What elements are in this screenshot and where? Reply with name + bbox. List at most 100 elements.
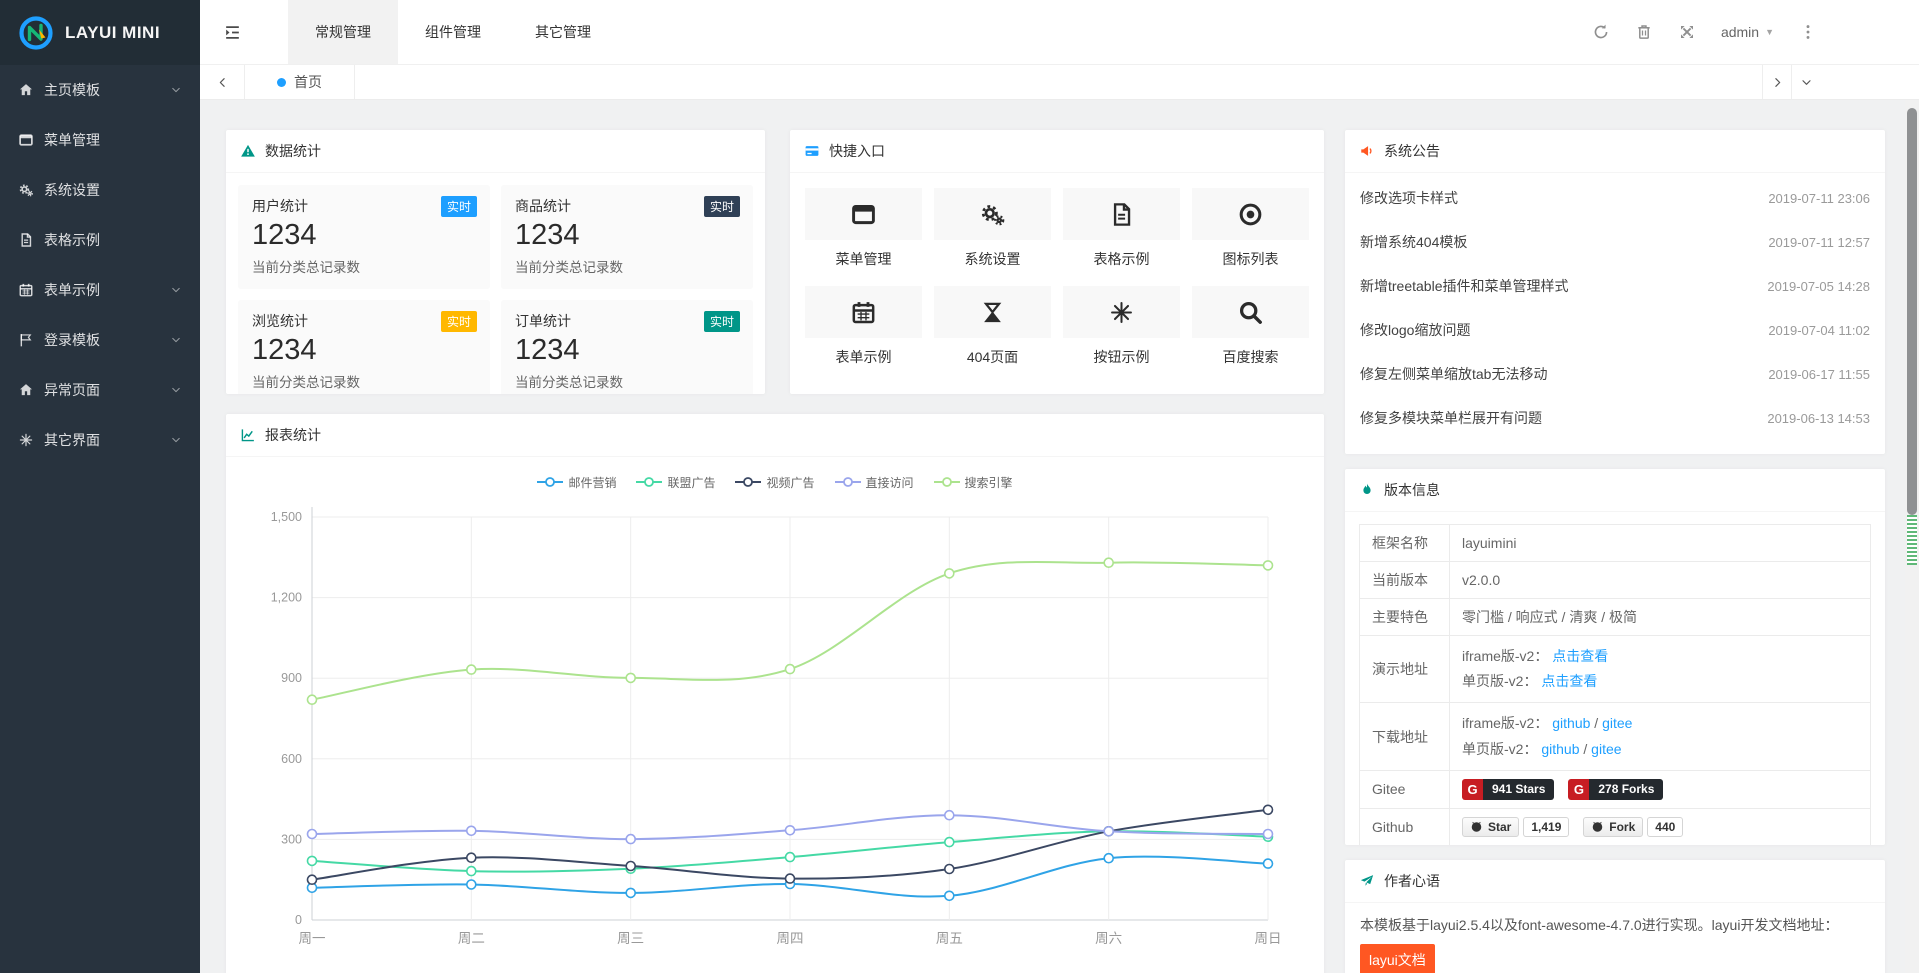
row-label: 当前版本 [1360,562,1450,599]
quick-entry-2[interactable]: 表格示例 [1063,188,1180,269]
svg-text:周四: 周四 [777,931,804,946]
legend-label: 搜索引擎 [965,474,1013,491]
table-row: 主要特色 零门槛 / 响应式 / 清爽 / 极简 [1360,599,1871,636]
announcement-title[interactable]: 修复左侧菜单缩放tab无法移动 [1360,364,1547,384]
svg-text:1,500: 1,500 [271,510,302,524]
tab-home[interactable]: 首页 [245,65,355,99]
user-dropdown[interactable]: admin ▼ [1721,24,1774,40]
quick-entry-1[interactable]: 系统设置 [934,188,1051,269]
quick-entry-5[interactable]: 404页面 [934,286,1051,367]
legend-item-3[interactable]: 直接访问 [835,474,914,491]
svg-text:300: 300 [281,832,302,846]
sidebar-item-1[interactable]: 菜单管理 [0,115,200,165]
table-row: Gitee G941 StarsG278 Forks [1360,770,1871,808]
more-menu-icon[interactable] [1799,23,1817,41]
quick-entry-label: 按钮示例 [1063,347,1180,367]
demo-spa-link[interactable]: 点击查看 [1541,673,1597,689]
download-prefix: 单页版-v2： [1462,741,1537,757]
legend-label: 视频广告 [766,474,814,491]
header-tab-2[interactable]: 其它管理 [508,0,618,64]
quick-entry-6[interactable]: 按钮示例 [1063,286,1180,367]
chevron-down-icon [170,434,182,446]
sidebar-item-2[interactable]: 系统设置 [0,165,200,215]
tab-scroll-left-button[interactable] [200,65,245,99]
sidebar-item-7[interactable]: 其它界面 [0,415,200,465]
sidebar-item-5[interactable]: 登录模板 [0,315,200,365]
report-header: 报表统计 [226,414,1324,457]
username: admin [1721,24,1759,40]
snowflake-icon [1063,286,1180,338]
github-octocat-icon [1470,820,1483,833]
quick-entry-4[interactable]: 表单示例 [805,286,922,367]
demo-iframe-link[interactable]: 点击查看 [1552,648,1608,664]
tab-operations-dropdown[interactable] [1791,65,1820,99]
layuimini-app: LAYUI MINI 主页模板菜单管理系统设置表格示例表单示例登录模板异常页面其… [0,0,1919,973]
chevron-down-icon [170,334,182,346]
stat-caption: 当前分类总记录数 [515,371,739,391]
home-icon [18,82,34,98]
download-gitee-link[interactable]: gitee [1602,715,1632,731]
announcement-date: 2019-07-11 12:57 [1768,235,1870,250]
header-tab-0[interactable]: 常规管理 [288,0,398,64]
scrollbar-green-stripes [1907,515,1917,565]
announcement-date: 2019-07-05 14:28 [1767,279,1870,294]
report-title: 报表统计 [265,425,321,445]
quick-entry-label: 表单示例 [805,347,922,367]
download-gitee-link[interactable]: gitee [1591,741,1621,757]
row-label: Github [1360,808,1450,845]
legend-item-4[interactable]: 搜索引擎 [934,474,1013,491]
download-github-link[interactable]: github [1552,715,1590,731]
paper-plane-icon [1359,873,1375,889]
announcement-date: 2019-07-11 23:06 [1768,191,1870,206]
announcement-title[interactable]: 新增treetable插件和菜单管理样式 [1360,276,1568,296]
version-table: 框架名称 layuimini 当前版本 v2.0.0 主要特色 零门槛 / 响应… [1359,524,1871,845]
stat-value: 1234 [515,219,739,252]
sidebar-item-3[interactable]: 表格示例 [0,215,200,265]
announcements-title: 系统公告 [1384,141,1440,161]
announcement-title[interactable]: 新增系统404模板 [1360,232,1467,252]
line-chart: 03006009001,2001,500周一周二周三周四周五周六周日 [226,495,1324,971]
app-title: LAYUI MINI [65,23,160,43]
legend-item-0[interactable]: 邮件营销 [537,474,616,491]
download-github-link[interactable]: github [1541,741,1579,757]
refresh-icon[interactable] [1592,23,1610,41]
github-star-button[interactable]: Star 1,419 [1462,817,1569,837]
layui-doc-badge[interactable]: layui文档 [1360,944,1435,973]
sidebar-item-6[interactable]: 异常页面 [0,365,200,415]
menu-toggle-icon[interactable] [200,0,264,64]
gitee-badges: G941 Stars G278 Forks [1450,770,1871,808]
sidebar-item-0[interactable]: 主页模板 [0,65,200,115]
fullscreen-icon[interactable] [1678,23,1696,41]
page-tabbar: 首页 [200,65,1919,100]
gears-icon [18,182,34,198]
svg-text:周日: 周日 [1255,931,1282,946]
gitee-badge-0[interactable]: G941 Stars [1462,779,1554,800]
chevron-down-icon [170,284,182,296]
clear-cache-icon[interactable] [1635,23,1653,41]
author-header: 作者心语 [1345,860,1885,903]
quick-entry-3[interactable]: 图标列表 [1192,188,1309,269]
row-label: 下载地址 [1360,703,1450,770]
stat-caption: 当前分类总记录数 [252,371,476,391]
sidebar-item-4[interactable]: 表单示例 [0,265,200,315]
legend-item-1[interactable]: 联盟广告 [636,474,715,491]
scrollbar-thumb[interactable] [1907,108,1917,515]
legend-item-2[interactable]: 视频广告 [735,474,814,491]
tab-scroll-right-button[interactable] [1762,65,1791,99]
quick-entry-0[interactable]: 菜单管理 [805,188,922,269]
announcement-title[interactable]: 修改logo缩放问题 [1360,320,1470,340]
announcement-title[interactable]: 修改选项卡样式 [1360,188,1458,208]
quick-entry-label: 菜单管理 [805,249,922,269]
announcement-title[interactable]: 修复多模块菜单栏展开有问题 [1360,408,1542,428]
gitee-badge-1[interactable]: G278 Forks [1568,779,1663,800]
table-row: 演示地址 iframe版-v2： 点击查看 单页版-v2： 点击查看 [1360,636,1871,703]
svg-text:0: 0 [295,913,302,927]
svg-text:周三: 周三 [617,931,644,946]
legend-marker [934,476,960,488]
github-fork-button[interactable]: Fork 440 [1583,817,1683,837]
quick-entry-7[interactable]: 百度搜索 [1192,286,1309,367]
realtime-badge: 实时 [441,311,477,332]
announcements-header: 系统公告 [1345,130,1885,173]
header-tab-1[interactable]: 组件管理 [398,0,508,64]
quick-entry-label: 表格示例 [1063,249,1180,269]
